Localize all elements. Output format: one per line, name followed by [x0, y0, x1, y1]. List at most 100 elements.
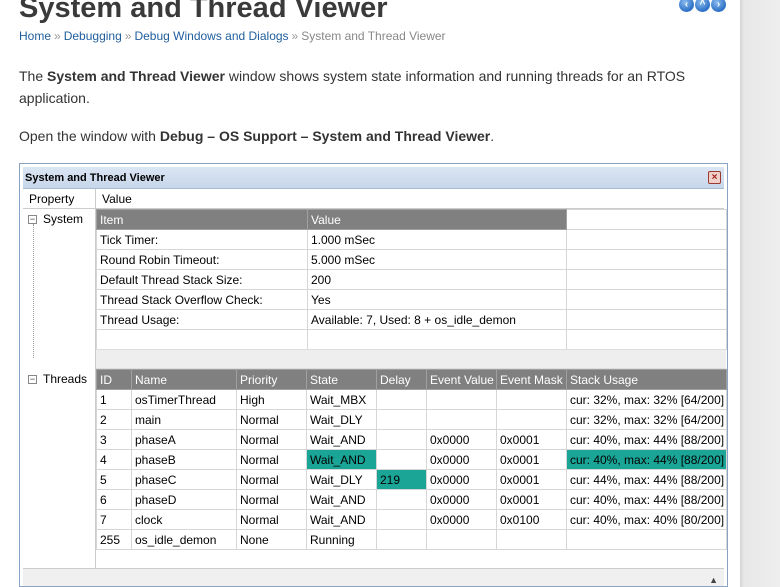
value-cell: Available: 7, Used: 8 + os_idle_demon: [307, 309, 567, 330]
table-row[interactable]: Thread Usage: Available: 7, Used: 8 + os_…: [96, 309, 727, 330]
stack-usage-column-header[interactable]: Stack Usage: [566, 369, 727, 390]
stack-usage-cell: cur: 40%, max: 40% [80/200]: [566, 509, 727, 530]
menu-path: Debug – OS Support – System and Thread V…: [159, 128, 491, 144]
state-cell: Wait_AND: [306, 509, 377, 530]
event-mask-cell: 0x0001: [496, 449, 567, 470]
breadcrumb-debug-windows[interactable]: Debug Windows and Dialogs: [134, 29, 288, 43]
breadcrumb-current: System and Thread Viewer: [301, 29, 446, 43]
horizontal-scrollbar[interactable]: ▲: [23, 568, 724, 586]
stack-usage-cell: cur: 44%, max: 44% [88/200]: [566, 469, 727, 490]
item-column-header[interactable]: Item: [96, 209, 308, 230]
item-cell: Round Robin Timeout:: [96, 249, 308, 270]
column-header-row: Property Value: [23, 189, 724, 209]
state-cell: Wait_AND: [306, 489, 377, 510]
breadcrumb-debugging[interactable]: Debugging: [64, 29, 122, 43]
state-cell: Wait_AND: [306, 429, 377, 450]
intro-text: The: [19, 68, 48, 84]
table-row[interactable]: 4 phaseB Normal Wait_AND 0x0000 0x0001 cur: 40…: [96, 449, 727, 470]
table-row[interactable]: 5 phaseC Normal Wait_DLY 219 0x0000 0x0001 cur:…: [96, 469, 727, 490]
forward-icon[interactable]: ›: [711, 0, 726, 12]
stack-usage-cell: [566, 529, 727, 550]
up-icon[interactable]: ^: [695, 0, 710, 12]
delay-cell: [376, 509, 427, 530]
event-value-cell: 0x0000: [426, 509, 497, 530]
system-info-table: Item Value Tick Timer: 1.000 mSec Round R…: [96, 209, 727, 350]
event-mask-column-header[interactable]: Event Mask: [496, 369, 567, 390]
priority-cell: Normal: [236, 509, 307, 530]
id-column-header[interactable]: ID: [96, 369, 132, 390]
page-side-shadow: [740, 0, 780, 587]
delay-cell: [376, 489, 427, 510]
name-column-header[interactable]: Name: [131, 369, 237, 390]
id-cell: 255: [96, 529, 132, 550]
state-cell: Wait_DLY: [306, 469, 377, 490]
name-cell: phaseD: [131, 489, 237, 510]
event-mask-cell: 0x0100: [496, 509, 567, 530]
event-mask-cell: 0x0001: [496, 429, 567, 450]
stack-usage-cell: cur: 40%, max: 44% [88/200]: [566, 489, 727, 510]
scroll-up-icon[interactable]: ▲: [709, 575, 718, 585]
state-cell-highlighted: Wait_AND: [306, 449, 377, 470]
close-icon[interactable]: ×: [708, 171, 721, 184]
value-column-header[interactable]: Value: [102, 192, 132, 206]
breadcrumb-home[interactable]: Home: [19, 29, 51, 43]
state-column-header[interactable]: State: [306, 369, 377, 390]
table-row-empty: [96, 329, 727, 350]
priority-cell: Normal: [236, 449, 307, 470]
stack-usage-cell: cur: 40%, max: 44% [88/200]: [566, 429, 727, 450]
priority-cell: None: [236, 529, 307, 550]
table-row[interactable]: 255 os_idle_demon None Running: [96, 529, 727, 550]
tree-node-threads[interactable]: − Threads: [28, 372, 87, 386]
page-title: System and Thread Viewer: [19, 0, 388, 24]
state-cell: Running: [306, 529, 377, 550]
table-row[interactable]: 3 phaseA Normal Wait_AND 0x0000 0x0001 cur: 40…: [96, 429, 727, 450]
event-mask-cell: 0x0001: [496, 489, 567, 510]
event-mask-cell: [496, 529, 567, 550]
table-row[interactable]: 1 osTimerThread High Wait_MBX cur: 32%, max:…: [96, 389, 727, 410]
name-cell: clock: [131, 509, 237, 530]
delay-column-header[interactable]: Delay: [376, 369, 427, 390]
id-cell: 3: [96, 429, 132, 450]
name-cell: main: [131, 409, 237, 430]
table-row[interactable]: 2 main Normal Wait_DLY cur: 32%, max: 32% [6…: [96, 409, 727, 430]
tree-node-system[interactable]: − System: [28, 212, 83, 226]
priority-cell: Normal: [236, 489, 307, 510]
table-row[interactable]: Round Robin Timeout: 5.000 mSec: [96, 249, 727, 270]
priority-cell: Normal: [236, 469, 307, 490]
event-value-column-header[interactable]: Event Value: [426, 369, 497, 390]
id-cell: 1: [96, 389, 132, 410]
value-column-header[interactable]: Value: [307, 209, 567, 230]
name-cell: phaseB: [131, 449, 237, 470]
id-cell: 4: [96, 449, 132, 470]
priority-column-header[interactable]: Priority: [236, 369, 307, 390]
table-row[interactable]: 6 phaseD Normal Wait_AND 0x0000 0x0001 cur: 40…: [96, 489, 727, 510]
table-row[interactable]: 7 clock Normal Wait_AND 0x0000 0x0100 cur: 40%…: [96, 509, 727, 530]
empty-cell: [566, 209, 727, 230]
threads-table-header: ID Name Priority State Delay Event Value…: [96, 369, 727, 390]
collapse-icon[interactable]: −: [28, 215, 37, 224]
table-row[interactable]: Thread Stack Overflow Check: Yes: [96, 289, 727, 310]
table-row[interactable]: Tick Timer: 1.000 mSec: [96, 229, 727, 250]
empty-cell: [566, 229, 727, 250]
event-value-cell: [426, 409, 497, 430]
system-thread-viewer-window: System and Thread Viewer × Property Valu…: [19, 163, 728, 587]
back-icon[interactable]: ‹: [679, 0, 694, 12]
name-cell: os_idle_demon: [131, 529, 237, 550]
intro-paragraph: The System and Thread Viewer window show…: [19, 65, 734, 109]
delay-cell: [376, 409, 427, 430]
value-cell: Yes: [307, 289, 567, 310]
delay-cell: [376, 429, 427, 450]
property-column-header[interactable]: Property: [29, 192, 74, 206]
column-divider: [95, 189, 96, 209]
event-value-cell: 0x0000: [426, 429, 497, 450]
table-row[interactable]: Default Thread Stack Size: 200: [96, 269, 727, 290]
tree-label-threads: Threads: [43, 372, 88, 386]
intro-bold: System and Thread Viewer: [47, 68, 225, 84]
state-cell: Wait_MBX: [306, 389, 377, 410]
value-cell: 1.000 mSec: [307, 229, 567, 250]
collapse-icon[interactable]: −: [28, 375, 37, 384]
breadcrumb-separator: »: [54, 29, 61, 43]
event-value-cell: [426, 529, 497, 550]
stack-usage-cell: cur: 32%, max: 32% [64/200]: [566, 389, 727, 410]
value-cell: 5.000 mSec: [307, 249, 567, 270]
